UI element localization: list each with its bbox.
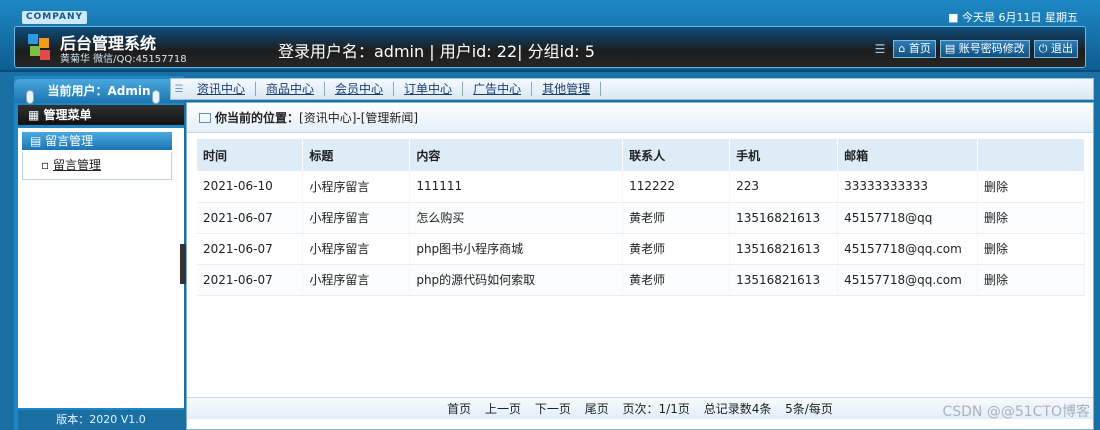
home-button[interactable]: ⌂ 首页 xyxy=(893,40,936,58)
cube-logo-icon xyxy=(28,34,50,60)
column-header: 手机 xyxy=(729,139,839,171)
next-page-link[interactable]: 下一页 xyxy=(535,402,571,416)
grip-icon: ☰ xyxy=(174,83,184,95)
delete-link[interactable]: 删除 xyxy=(977,171,1085,203)
top-nav: ☰ 资讯中心 商品中心 会员中心 订单中心 广告中心 其他管理 xyxy=(170,78,1094,100)
delete-link[interactable]: 删除 xyxy=(977,264,1085,296)
cell-title: 小程序留言 xyxy=(302,233,411,265)
prev-page-link[interactable]: 上一页 xyxy=(485,402,521,416)
delete-link[interactable]: 删除 xyxy=(977,202,1085,234)
menu-group-messages[interactable]: ▤ 留言管理 xyxy=(22,132,172,150)
delete-link[interactable]: 删除 xyxy=(977,233,1085,265)
grip-icon: ☰ xyxy=(874,42,886,56)
cell-phone: 13516821613 xyxy=(729,233,839,265)
cell-email: 33333333333 xyxy=(837,171,979,203)
breadcrumb: 你当前的位置：[资讯中心]-[管理新闻] xyxy=(187,103,1093,133)
table-row: 2021-06-07 小程序留言 php的源代码如何索取 黄老师 1351682… xyxy=(197,264,1085,296)
version-label: 版本：2020 V1.0 xyxy=(18,410,184,430)
page-icon: ▫ xyxy=(41,158,53,172)
cell-contact: 黄老师 xyxy=(622,202,731,234)
cell-phone: 13516821613 xyxy=(729,202,839,234)
book-icon xyxy=(199,113,211,123)
page-info: 页次：1/1页 xyxy=(622,402,690,416)
tab-member-center[interactable]: 会员中心 xyxy=(325,82,395,96)
date-display: ■ 今天是 6月11日 星期五 xyxy=(948,11,1078,24)
grid-icon: ▦ xyxy=(28,108,44,122)
column-header: 时间 xyxy=(197,139,304,171)
cell-phone: 13516821613 xyxy=(729,264,839,296)
cell-time: 2021-06-07 xyxy=(197,233,304,265)
menu-link-message-management[interactable]: ▫ 留言管理 xyxy=(22,152,172,180)
cell-email: 45157718@qq.com xyxy=(837,264,979,296)
tab-ad-center[interactable]: 广告中心 xyxy=(463,82,533,96)
last-page-link[interactable]: 尾页 xyxy=(585,402,609,416)
watermark: CSDN @@51CTO博客 xyxy=(942,404,1090,420)
cell-email: 45157718@qq xyxy=(837,202,979,234)
logout-button[interactable]: ⏻ 退出 xyxy=(1033,40,1078,58)
list-icon: ▤ xyxy=(30,134,46,148)
table-header-row: 时间 标题 内容 联系人 手机 邮箱 xyxy=(197,139,1085,171)
pin-icon xyxy=(152,90,160,104)
cell-title: 小程序留言 xyxy=(302,202,411,234)
cell-content: 111111 xyxy=(409,171,624,203)
column-header xyxy=(977,139,1085,171)
top-header: COMPANY ■ 今天是 6月11日 星期五 后台管理系统 黄菊华 微信/QQ… xyxy=(0,0,1100,72)
column-header: 联系人 xyxy=(622,139,731,171)
menu-panel: ▤ 留言管理 ▫ 留言管理 xyxy=(18,128,184,408)
pin-icon xyxy=(26,90,34,104)
cell-time: 2021-06-10 xyxy=(197,171,304,203)
system-subtitle: 黄菊华 微信/QQ:45157718 xyxy=(60,54,187,65)
table-row: 2021-06-07 小程序留言 怎么购买 黄老师 13516821613 45… xyxy=(197,202,1085,234)
login-info: 登录用户名：admin | 用户id: 22| 分组id: 5 xyxy=(278,42,595,61)
cell-title: 小程序留言 xyxy=(302,264,411,296)
table-row: 2021-06-07 小程序留言 php图书小程序商城 黄老师 13516821… xyxy=(197,233,1085,265)
tab-order-center[interactable]: 订单中心 xyxy=(394,82,464,96)
cell-contact: 黄老师 xyxy=(622,233,731,265)
cell-email: 45157718@qq.com xyxy=(837,233,979,265)
cell-content: 怎么购买 xyxy=(409,202,624,234)
header-actions: ☰ ⌂ 首页 ▤ 账号密码修改 ⏻ 退出 xyxy=(875,40,1078,58)
cell-content: php的源代码如何索取 xyxy=(409,264,624,296)
column-header: 内容 xyxy=(409,139,624,171)
menu-title: ▦ 管理菜单 xyxy=(18,105,184,125)
tab-news-center[interactable]: 资讯中心 xyxy=(187,82,257,96)
cell-time: 2021-06-07 xyxy=(197,264,304,296)
sidebar: 当前用户：Admin ▦ 管理菜单 ▤ 留言管理 ▫ 留言管理 版本：2020 … xyxy=(14,76,184,430)
change-password-button[interactable]: ▤ 账号密码修改 xyxy=(939,40,1030,58)
tab-other-management[interactable]: 其他管理 xyxy=(532,82,602,96)
total-info: 总记录数4条 xyxy=(703,402,772,416)
tab-product-center[interactable]: 商品中心 xyxy=(256,82,326,96)
messages-table: 时间 标题 内容 联系人 手机 邮箱 2021-06-10 小程序留言 1111… xyxy=(197,139,1085,296)
cell-title: 小程序留言 xyxy=(302,171,411,203)
cell-time: 2021-06-07 xyxy=(197,202,304,234)
column-header: 邮箱 xyxy=(837,139,979,171)
cell-contact: 黄老师 xyxy=(622,264,731,296)
first-page-link[interactable]: 首页 xyxy=(447,402,471,416)
main-content: 你当前的位置：[资讯中心]-[管理新闻] 时间 标题 内容 联系人 手机 邮箱 … xyxy=(186,102,1094,430)
per-page-info: 5条/每页 xyxy=(785,402,833,416)
cell-content: php图书小程序商城 xyxy=(409,233,624,265)
company-logo: COMPANY xyxy=(22,11,87,24)
table-row: 2021-06-10 小程序留言 111111 112222 223 33333… xyxy=(197,171,1085,203)
column-header: 标题 xyxy=(302,139,411,171)
cell-contact: 112222 xyxy=(622,171,731,203)
cell-phone: 223 xyxy=(729,171,839,203)
